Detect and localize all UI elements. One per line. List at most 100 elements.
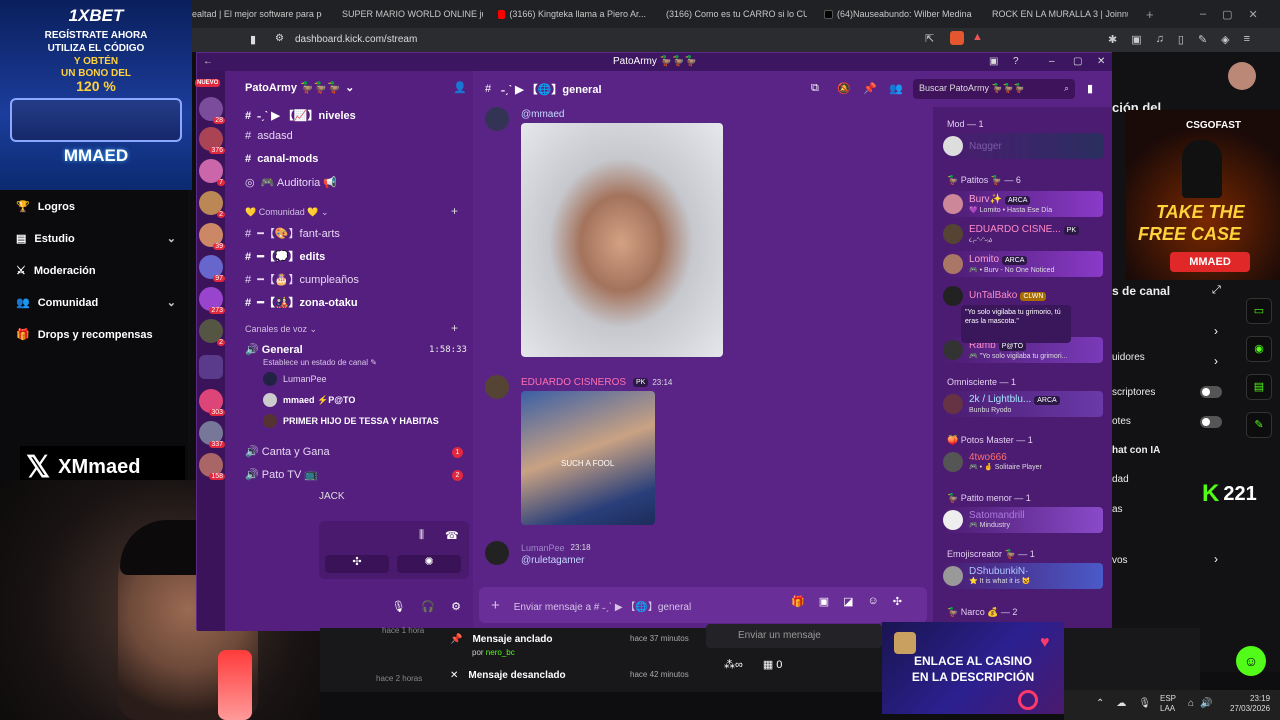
- panel-text[interactable]: scriptores: [1112, 387, 1155, 398]
- category-comunidad[interactable]: 💛 Comunidad 💛 ⌄: [245, 207, 329, 218]
- wrench-icon[interactable]: ✎: [1246, 412, 1272, 438]
- server-icon[interactable]: 39: [199, 223, 225, 250]
- channel-niveles[interactable]: # ˗ˏˋ ▶ 【📈】niveles: [245, 107, 356, 123]
- voice-user[interactable]: mmaed ⚡P@TO: [263, 393, 355, 407]
- broadcast-icon[interactable]: ◉: [1246, 336, 1272, 362]
- sticker-icon[interactable]: ◪: [843, 595, 853, 608]
- browser-tab[interactable]: (64)Nauseabundo: Wilber Medina: [824, 6, 972, 22]
- chevron-right-icon[interactable]: ›: [1214, 324, 1218, 338]
- disconnect-icon[interactable]: ☎: [445, 529, 459, 542]
- avatar[interactable]: [485, 375, 509, 399]
- maximize-icon[interactable]: ▢: [1073, 53, 1082, 71]
- message-image-meme[interactable]: SUCH A FOOL: [521, 391, 655, 525]
- message-author[interactable]: EDUARDO CISNEROS: [521, 377, 626, 388]
- avatar[interactable]: [485, 541, 509, 565]
- member-item[interactable]: DShubunkiN· ⭐ It is what it is 😺: [943, 563, 1103, 589]
- sidebar-icon[interactable]: ▯: [1178, 33, 1184, 46]
- support-icon[interactable]: ☺: [1236, 646, 1266, 676]
- rewards-icon[interactable]: ▲: [972, 31, 983, 43]
- search-input[interactable]: Buscar PatoArmy 🦆🦆🦆 ⌕: [913, 79, 1075, 99]
- add-channel-icon[interactable]: +: [451, 321, 458, 335]
- microphone-icon[interactable]: 🎙: [391, 600, 405, 613]
- panel-text[interactable]: otes: [1112, 416, 1131, 427]
- channel-zona-otaku[interactable]: # ━【🎎】zona-otaku: [245, 294, 358, 310]
- voice-channel-canta[interactable]: 🔊 Canta y Gana: [245, 445, 330, 458]
- chevron-up-icon[interactable]: ⌃: [1096, 698, 1104, 709]
- add-friend-icon[interactable]: 👤: [453, 81, 467, 94]
- 1xbet-ad[interactable]: 1XBET REGÍSTRATE AHORA UTILIZA EL CÓDIGO…: [0, 0, 192, 190]
- message-image-portrait[interactable]: [521, 123, 723, 357]
- nav-drops[interactable]: 🎁 Drops y recompensas: [16, 328, 176, 342]
- brave-shield-icon[interactable]: [950, 31, 964, 45]
- activity-button[interactable]: ✣: [325, 555, 389, 573]
- member-item[interactable]: 2k / Lightblu... ARCA Bunbu Ryodo: [943, 391, 1103, 417]
- member-item[interactable]: Burv✨ ARCA 💜 Lomito • Hasta Ese Día: [943, 191, 1103, 217]
- browser-tab[interactable]: (3166) Kingteka llama a Piero Ar...: [498, 6, 646, 22]
- toggle-switch[interactable]: [1200, 416, 1222, 428]
- toggle-switch[interactable]: [1200, 386, 1222, 398]
- channel-fant-arts[interactable]: # ━【🎨】fant-arts: [245, 225, 340, 241]
- casino-ad[interactable]: ♥ ENLACE AL CASINO EN LA DESCRIPCIÓN: [882, 622, 1064, 714]
- channel-edits[interactable]: # ━【💭】edits: [245, 248, 325, 264]
- nav-logros[interactable]: 🏆 Logros: [16, 200, 176, 214]
- server-icon[interactable]: 158: [199, 453, 225, 480]
- server-icon[interactable]: 2: [199, 191, 225, 218]
- server-icon[interactable]: 7: [199, 159, 225, 186]
- panel-text[interactable]: hat con IA: [1112, 445, 1160, 456]
- panel-text[interactable]: s de canal: [1112, 284, 1170, 298]
- channel-cumpleanos[interactable]: # ━【🎂】cumpleaños: [245, 271, 359, 287]
- microphone-icon[interactable]: 🎙: [1138, 698, 1151, 709]
- cloud-icon[interactable]: ☁: [1116, 698, 1126, 709]
- channel-canal-mods[interactable]: # canal-mods: [245, 153, 318, 165]
- server-icon[interactable]: 337: [199, 421, 225, 448]
- panel-text[interactable]: as: [1112, 504, 1123, 515]
- server-icon[interactable]: 303: [199, 389, 225, 416]
- new-tab-button[interactable]: +: [1146, 6, 1154, 22]
- chevron-right-icon[interactable]: ›: [1214, 552, 1218, 566]
- member-item[interactable]: Lomito ARCA 🎮 • Burv - No One Noticed: [943, 251, 1103, 277]
- member-item[interactable]: 4two666 🎮 • 🤞 Solitaire Player: [943, 449, 1103, 475]
- server-name-header[interactable]: PatoArmy 🦆🦆🦆 ⌄: [245, 81, 354, 94]
- points-icon[interactable]: ▦ 0: [763, 658, 783, 671]
- member-item[interactable]: EDUARDO CISNE... PK ૮₍˶ᵔᵕᵔ˶₎ა: [943, 221, 1103, 247]
- panel-text[interactable]: dad: [1112, 474, 1129, 485]
- volume-icon[interactable]: 🔊: [1200, 698, 1212, 709]
- voice-status[interactable]: Establece un estado de canal ✎: [263, 358, 377, 367]
- pin-icon[interactable]: 📌: [863, 82, 877, 95]
- browser-tab[interactable]: ealtad | El mejor software para pote: [192, 6, 322, 22]
- minimize-icon[interactable]: –: [1049, 53, 1055, 71]
- channel-asdasd[interactable]: # asdasd: [245, 130, 293, 142]
- nav-moderacion[interactable]: ⚔ Moderación: [16, 264, 176, 278]
- nav-estudio[interactable]: ▤ Estudio ⌄: [16, 232, 176, 246]
- server-icon[interactable]: 28: [199, 97, 225, 124]
- gift-icon[interactable]: 🎁: [791, 595, 805, 608]
- folder-icon[interactable]: [199, 355, 223, 379]
- voice-channel-cut[interactable]: JACK: [319, 491, 345, 502]
- site-info-icon[interactable]: ⚙: [275, 33, 284, 44]
- url-field[interactable]: dashboard.kick.com/stream: [295, 34, 417, 45]
- category-voz[interactable]: Canales de voz ⌄: [245, 324, 317, 335]
- server-icon[interactable]: 2: [199, 319, 225, 346]
- server-icon[interactable]: 273: [199, 287, 225, 314]
- music-icon[interactable]: ♫: [1156, 33, 1164, 46]
- apps-icon[interactable]: ✣: [893, 595, 902, 608]
- soundboard-button[interactable]: ✺: [397, 555, 461, 573]
- shield-icon[interactable]: ◈: [1221, 33, 1229, 46]
- network-icon[interactable]: ⌂: [1188, 698, 1194, 709]
- add-attachment-icon[interactable]: +: [491, 597, 500, 614]
- media-icon[interactable]: ▤: [1246, 374, 1272, 400]
- maximize-icon[interactable]: ▢: [1222, 8, 1232, 21]
- panel-text[interactable]: vos: [1112, 555, 1128, 566]
- clock[interactable]: 23:19 27/03/2026: [1230, 694, 1270, 714]
- nav-comunidad[interactable]: 👥 Comunidad ⌄: [16, 296, 176, 310]
- add-channel-icon[interactable]: +: [451, 204, 458, 218]
- members-icon[interactable]: 👥: [889, 82, 903, 95]
- csgofast-ad[interactable]: CSGOFAST TAKE THE FREE CASE MMAED: [1126, 110, 1280, 280]
- threads-icon[interactable]: ⧉: [811, 82, 819, 95]
- inbox-icon[interactable]: ▣: [989, 53, 998, 71]
- gif-icon[interactable]: ▣: [819, 595, 829, 608]
- gear-icon[interactable]: ⚙: [451, 600, 461, 613]
- message-author[interactable]: LumanPee: [521, 543, 565, 553]
- bookmark-icon[interactable]: ▮: [250, 33, 256, 46]
- event-by-user[interactable]: nero_bc: [486, 648, 515, 657]
